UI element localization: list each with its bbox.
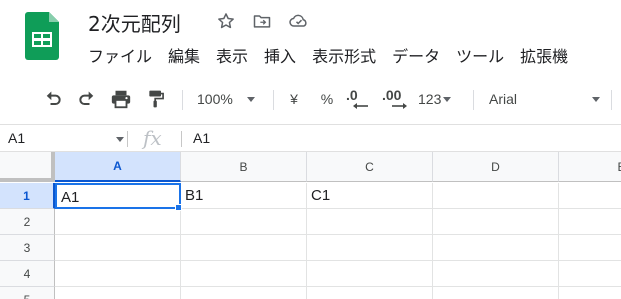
redo-icon[interactable] xyxy=(74,86,100,112)
font-family-dropdown[interactable] xyxy=(589,86,603,112)
name-box[interactable]: A1 xyxy=(8,130,25,146)
cell-c5[interactable] xyxy=(307,287,433,299)
row-header-3[interactable]: 3 xyxy=(0,235,55,261)
cell-d4[interactable] xyxy=(433,261,559,287)
cell-d2[interactable] xyxy=(433,209,559,235)
google-sheets-logo[interactable] xyxy=(25,12,59,60)
cell-b1[interactable]: B1 xyxy=(181,183,307,209)
menu-file[interactable]: ファイル xyxy=(80,44,160,70)
menu-bar: ファイル 編集 表示 挿入 表示形式 データ ツール 拡張機 xyxy=(80,44,576,70)
toolbar-divider xyxy=(273,90,274,110)
menu-extensions[interactable]: 拡張機 xyxy=(512,44,576,70)
chevron-down-icon xyxy=(443,96,452,102)
cell-e2[interactable] xyxy=(559,209,621,235)
formula-divider xyxy=(181,131,182,147)
menu-view[interactable]: 表示 xyxy=(208,44,256,70)
cell-a2[interactable] xyxy=(55,209,181,235)
menu-format[interactable]: 表示形式 xyxy=(304,44,384,70)
row-header-1[interactable]: 1 xyxy=(0,183,55,209)
toolbar-divider xyxy=(473,90,474,110)
fx-icon: fx xyxy=(143,126,162,150)
cell-d5[interactable] xyxy=(433,287,559,299)
font-family-select[interactable]: Arial xyxy=(489,86,599,112)
cell-c2[interactable] xyxy=(307,209,433,235)
cell-e1[interactable] xyxy=(559,183,621,209)
document-title[interactable]: 2次元配列 xyxy=(88,8,181,37)
cell-d1[interactable] xyxy=(433,183,559,209)
chevron-down-icon[interactable] xyxy=(116,137,124,142)
menu-insert[interactable]: 挿入 xyxy=(256,44,304,70)
column-header-e[interactable]: E xyxy=(559,152,621,182)
menu-data[interactable]: データ xyxy=(384,44,448,70)
toolbar-divider xyxy=(182,90,183,110)
percent-format-button[interactable]: % xyxy=(318,86,336,112)
zoom-value: 100% xyxy=(197,91,233,107)
cell-b3[interactable] xyxy=(181,235,307,261)
cell-b5[interactable] xyxy=(181,287,307,299)
decrease-decimal-label: .0 xyxy=(346,87,358,103)
cell-e5[interactable] xyxy=(559,287,621,299)
row-header-5[interactable]: 5 xyxy=(0,287,55,299)
menu-tools[interactable]: ツール xyxy=(448,44,512,70)
cell-b2[interactable] xyxy=(181,209,307,235)
move-to-folder-icon[interactable] xyxy=(251,10,273,32)
column-header-d[interactable]: D xyxy=(433,152,559,182)
fill-handle[interactable] xyxy=(175,204,182,211)
cell-e4[interactable] xyxy=(559,261,621,287)
cloud-saved-icon[interactable] xyxy=(288,10,310,32)
increase-decimal-label: .00 xyxy=(382,87,402,103)
row-header-2[interactable]: 2 xyxy=(0,209,55,235)
arrow-left-icon xyxy=(353,103,368,109)
increase-decimal-button[interactable]: .00 xyxy=(382,86,412,112)
select-all-corner[interactable] xyxy=(0,152,55,182)
formula-input[interactable]: A1 xyxy=(193,130,210,146)
cell-a4[interactable] xyxy=(55,261,181,287)
cell-a5[interactable] xyxy=(55,287,181,299)
paint-format-icon[interactable] xyxy=(143,86,169,112)
row-header-4[interactable]: 4 xyxy=(0,261,55,287)
arrow-right-icon xyxy=(392,103,407,109)
print-icon[interactable] xyxy=(108,86,134,112)
undo-icon[interactable] xyxy=(40,86,66,112)
chevron-down-icon xyxy=(592,96,600,102)
decrease-decimal-button[interactable]: .0 xyxy=(346,86,372,112)
currency-format-button[interactable]: ¥ xyxy=(285,86,303,112)
cell-d3[interactable] xyxy=(433,235,559,261)
toolbar: 100% ¥ % .0 .00 123 Arial xyxy=(0,78,621,120)
cell-c4[interactable] xyxy=(307,261,433,287)
toolbar-divider xyxy=(611,90,612,110)
chevron-down-icon xyxy=(246,96,255,102)
more-formats-select[interactable]: 123 xyxy=(418,86,462,112)
column-header-c[interactable]: C xyxy=(307,152,433,182)
cell-e3[interactable] xyxy=(559,235,621,261)
formula-divider xyxy=(127,131,128,147)
column-header-b[interactable]: B xyxy=(181,152,307,182)
column-header-a[interactable]: A xyxy=(55,152,181,182)
cell-c1[interactable]: C1 xyxy=(307,183,433,209)
cell-a3[interactable] xyxy=(55,235,181,261)
star-icon[interactable] xyxy=(215,10,237,32)
cell-b4[interactable] xyxy=(181,261,307,287)
spreadsheet-grid: A B C D E 1 2 3 4 5 A1 B1 C1 xyxy=(0,152,621,299)
cell-a1[interactable]: A1 xyxy=(55,183,181,209)
formula-bar: A1 fx A1 xyxy=(0,124,621,152)
zoom-select[interactable]: 100% xyxy=(197,86,263,112)
menu-edit[interactable]: 編集 xyxy=(160,44,208,70)
cell-c3[interactable] xyxy=(307,235,433,261)
more-formats-label: 123 xyxy=(418,91,442,107)
font-family-value: Arial xyxy=(489,91,518,107)
